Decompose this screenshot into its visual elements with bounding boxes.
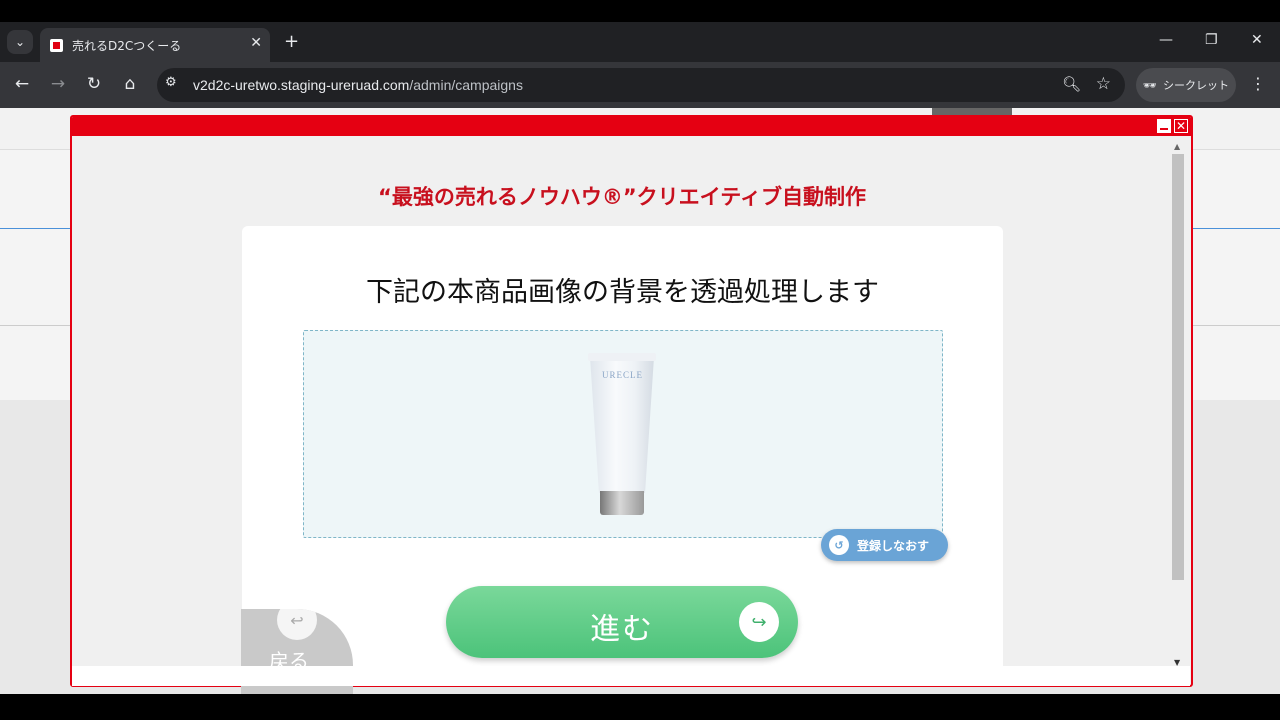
modal-header: ✕ <box>72 117 1191 136</box>
close-window-icon[interactable]: ✕ <box>1251 32 1263 48</box>
scroll-thumb[interactable] <box>1172 154 1184 580</box>
card-heading: 下記の本商品画像の背景を透過処理します <box>366 277 879 308</box>
modal-footer <box>72 666 1190 686</box>
browser-tabbar: ⌄ 売れるD2Cつくーる ✕ + — ❐ ✕ <box>0 22 1280 62</box>
reload-icon[interactable]: ↻ <box>83 74 105 94</box>
address-bar[interactable]: ⚙ v2d2c-uretwo.staging-ureruad.com/admin… <box>157 68 1125 102</box>
incognito-icon: 🕶︎ <box>1143 78 1157 92</box>
modal-title: “最強の売れるノウハウ®”クリエイティブ自動制作 <box>378 185 866 209</box>
url-host: v2d2c-uretwo.staging-ureruad.com <box>193 77 410 93</box>
bg-divider <box>1192 228 1280 229</box>
scroll-up-icon[interactable]: ▲ <box>1174 142 1180 151</box>
redo-icon: ↺ <box>829 535 849 555</box>
product-brand: URECLE <box>602 370 643 380</box>
reupload-button[interactable]: ↺ 登録しなおす <box>821 529 948 561</box>
browser-tab[interactable]: 売れるD2Cつくーる ✕ <box>40 28 270 62</box>
modal-scrollbar[interactable]: ▲ ▼ <box>1171 140 1185 667</box>
next-arrow-icon: ↪ <box>739 602 779 642</box>
next-button[interactable]: 進む ↪ <box>446 586 798 658</box>
tube-seal <box>588 353 656 361</box>
incognito-label: シークレット <box>1162 79 1229 92</box>
menu-icon[interactable]: ⋮ <box>1250 74 1266 93</box>
browser-toolbar: ← → ↻ ⌂ ⚙ v2d2c-uretwo.staging-ureruad.c… <box>0 62 1280 108</box>
modal-minimize-icon[interactable] <box>1157 119 1171 133</box>
bg-divider <box>0 228 72 229</box>
back-icon[interactable]: ← <box>11 74 33 94</box>
product-image-dropzone[interactable]: URECLE <box>303 330 943 538</box>
url-path: /admin/campaigns <box>409 77 523 93</box>
minimize-window-icon[interactable]: — <box>1159 32 1173 48</box>
tab-title: 売れるD2Cつくーる <box>72 39 182 53</box>
bookmark-star-icon[interactable]: ☆ <box>1096 74 1111 94</box>
site-favicon-icon <box>50 39 63 52</box>
tube-cap <box>600 491 644 515</box>
back-arrow-icon: ↩ <box>277 609 317 640</box>
tab-search-icon[interactable]: ⌄ <box>7 30 33 54</box>
tab-close-icon[interactable]: ✕ <box>250 35 262 51</box>
zoom-icon[interactable]: 🔍︎ <box>1062 75 1081 93</box>
reupload-label: 登録しなおす <box>857 539 930 553</box>
site-info-icon[interactable]: ⚙ <box>165 75 177 90</box>
url-text: v2d2c-uretwo.staging-ureruad.com/admin/c… <box>193 77 523 93</box>
screen: ⌄ 売れるD2Cつくーる ✕ + — ❐ ✕ ← → ↻ ⌂ ⚙ v2d2c-u… <box>0 0 1280 720</box>
incognito-indicator[interactable]: 🕶︎ シークレット <box>1136 68 1236 102</box>
product-tube-image: URECLE <box>586 351 658 516</box>
modal-close-icon[interactable]: ✕ <box>1174 119 1188 133</box>
restore-window-icon[interactable]: ❐ <box>1205 32 1218 48</box>
forward-icon[interactable]: → <box>47 74 69 94</box>
home-icon[interactable]: ⌂ <box>119 74 141 94</box>
taskbar <box>0 694 1280 720</box>
new-tab-icon[interactable]: + <box>284 31 299 52</box>
